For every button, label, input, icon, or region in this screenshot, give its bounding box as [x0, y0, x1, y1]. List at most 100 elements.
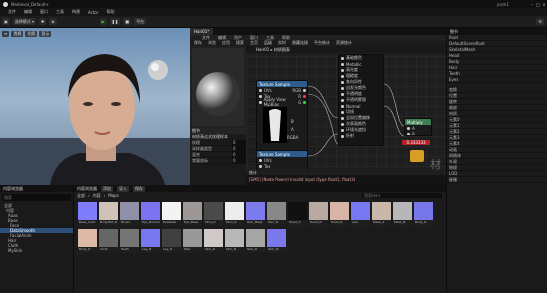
asset-label: Head_R [330, 220, 349, 226]
platforms-button[interactable]: 平台 [134, 18, 147, 25]
cb-import-button[interactable]: 导入 [117, 185, 129, 192]
asset-thumbnail [120, 202, 139, 220]
asset-tile[interactable]: Skin_D [246, 229, 265, 253]
asset-tile[interactable]: Eye_Base [183, 202, 202, 226]
main-toolbar: ▣ 选择模式 ▾ ✚ ◈ ▶ ❚❚ ■ 平台 ⚙ [0, 16, 547, 28]
asset-thumbnail [183, 229, 202, 247]
asset-tile[interactable]: Body_N [414, 202, 433, 226]
menu-file[interactable]: 文件 [8, 9, 16, 15]
menu-build[interactable]: 构建 [72, 9, 80, 15]
asset-tile[interactable]: Hair_N [267, 202, 286, 226]
comment-node-icon[interactable] [410, 150, 424, 162]
folder-search-input[interactable]: 搜索 [2, 194, 71, 201]
asset-tile[interactable]: EyeMask [162, 202, 181, 226]
content-folders-panel: 内容浏览器 搜索 全部 内容 Aaas Base Face DataSmooth… [0, 185, 74, 293]
asset-tile[interactable]: Lips [351, 202, 370, 226]
path-segment[interactable]: Maps [108, 193, 119, 198]
asset-tile[interactable]: Body_D [78, 229, 97, 253]
app-logo-icon [3, 1, 8, 7]
node-pin[interactable]: Tex [257, 163, 307, 169]
asset-tile[interactable]: Face_D [204, 202, 223, 226]
add-actor-button[interactable]: ✚ [39, 18, 47, 25]
asset-tile[interactable]: Mask_A [372, 202, 391, 226]
mat-save-button[interactable]: 保存 [194, 40, 202, 46]
node-out-pin[interactable]: A [291, 127, 294, 132]
asset-tile[interactable]: Base_Color [78, 202, 97, 226]
menu-help[interactable]: 帮助 [107, 9, 115, 15]
asset-tile[interactable]: Leg_N [141, 229, 160, 253]
material-details-panel: 细节 材质表达式纹理样本 纹理 0 采样器类型 0 混合 0 常量坐标 0 [190, 128, 246, 185]
stop-button[interactable]: ■ [123, 18, 132, 25]
pause-button[interactable]: ❚❚ [109, 18, 121, 25]
material-result-node[interactable]: 基础颜色 Metallic 高光度 粗糙度 各向异性 自发光颜色 不透明度 不透… [338, 54, 384, 146]
level-viewport[interactable]: ≡ 透视 光照 显示 [0, 28, 190, 185]
property-row[interactable]: 碰撞 [447, 177, 547, 183]
asset-tile[interactable]: Skin_R [204, 229, 223, 253]
asset-tile[interactable]: Brows [120, 202, 139, 226]
cb-search-input[interactable]: 搜索Hair [362, 193, 442, 198]
menu-window[interactable]: 窗口 [40, 9, 48, 15]
play-button[interactable]: ▶ [99, 18, 107, 25]
asset-tile[interactable]: Mask_B [393, 202, 412, 226]
asset-tile[interactable]: Leg_D [162, 229, 181, 253]
menu-tools[interactable]: 工具 [56, 9, 64, 15]
node-pin[interactable]: Apply View MipBias G [257, 97, 307, 107]
save-icon[interactable]: ▣ [2, 18, 10, 25]
asset-label: Cloth [99, 247, 118, 253]
node-out-pin[interactable]: RGBA [287, 135, 298, 140]
asset-thumbnail [78, 202, 97, 220]
asset-tile[interactable]: Cloth [99, 229, 118, 253]
mat-browse-button[interactable]: 浏览 [208, 40, 216, 46]
material-preview[interactable] [192, 48, 244, 126]
cb-save-button[interactable]: 保存 [133, 185, 145, 192]
mat-search-button[interactable]: 搜索 [236, 40, 244, 46]
asset-thumbnail [351, 202, 370, 220]
asset-tile[interactable]: Hair_Mask [246, 202, 265, 226]
material-graph-canvas[interactable]: Hair01 ▸ 材质图表 Texture Sample UVs RGB Tex R… [246, 46, 446, 170]
asset-tile[interactable]: Face_N [225, 202, 244, 226]
asset-thumbnail [288, 202, 307, 220]
constant-node[interactable]: 0.333333 [402, 140, 430, 145]
asset-label: Body_N [414, 220, 433, 226]
content-browser-toolbar: 内容浏览器 添加 导入 保存 [74, 185, 446, 192]
cb-add-button[interactable]: 添加 [101, 185, 113, 192]
content-browser-title: 内容浏览器 [0, 185, 73, 192]
cb-path-bar: 全部 › 内容 › Maps 搜索Hair [74, 192, 446, 199]
asset-tile[interactable]: Skin_N [225, 229, 244, 253]
asset-tile[interactable]: Head_R [330, 202, 349, 226]
texture-sample-node-2[interactable]: Texture Sample UVs Tex [256, 150, 308, 170]
asset-label: BodyMat_N [99, 220, 118, 226]
asset-tile[interactable]: Eye_Normal [141, 202, 160, 226]
node-out-pin[interactable]: B [291, 119, 294, 124]
asset-tile[interactable]: Head_D [288, 202, 307, 226]
asset-tile[interactable]: BodyMat_N [99, 202, 118, 226]
select-mode-button[interactable]: 选择模式 ▾ [12, 18, 37, 25]
asset-thumbnail [99, 229, 118, 247]
texture-sample-node-1[interactable]: Texture Sample UVs RGB Tex R Apply View Mi… [256, 80, 308, 156]
path-segment[interactable]: 内容 [93, 193, 101, 199]
graph-watermark: 材质 [430, 158, 441, 170]
mat-apply-button[interactable]: 应用 [222, 40, 230, 46]
path-segment[interactable]: 全部 [77, 193, 85, 199]
component-row[interactable]: Eyes [447, 77, 547, 83]
material-editor-tabbar: Hair01* [190, 28, 446, 35]
stats-error-text: [SM5] (Node Power) Invalid input (type f… [249, 177, 356, 182]
menu-actor[interactable]: Actor [88, 10, 99, 15]
asset-tile[interactable]: Teeth [120, 229, 139, 253]
result-pin[interactable]: 折射 [339, 133, 383, 139]
multiply-node[interactable]: Multiply A B [404, 118, 432, 136]
blueprint-button[interactable]: ◈ [49, 18, 57, 25]
settings-button[interactable]: ⚙ [536, 18, 544, 25]
cb-tab[interactable]: 内容浏览器 [77, 186, 97, 192]
stats-log-panel: 统计 [SM5] (Node Power) Invalid input (typ… [246, 170, 446, 185]
tree-item[interactable]: MySkin [0, 248, 73, 253]
asset-label: Teeth [120, 247, 139, 253]
asset-tile[interactable]: Head_N [309, 202, 328, 226]
asset-tile[interactable]: Skin_M [267, 229, 286, 253]
material-detail-row[interactable]: 常量坐标 0 [190, 158, 246, 164]
asset-thumbnail [120, 229, 139, 247]
asset-tile[interactable]: Misc [183, 229, 202, 253]
node-pin[interactable]: B [405, 131, 431, 135]
menu-edit[interactable]: 编辑 [24, 9, 32, 15]
close-button[interactable]: × [541, 2, 547, 7]
